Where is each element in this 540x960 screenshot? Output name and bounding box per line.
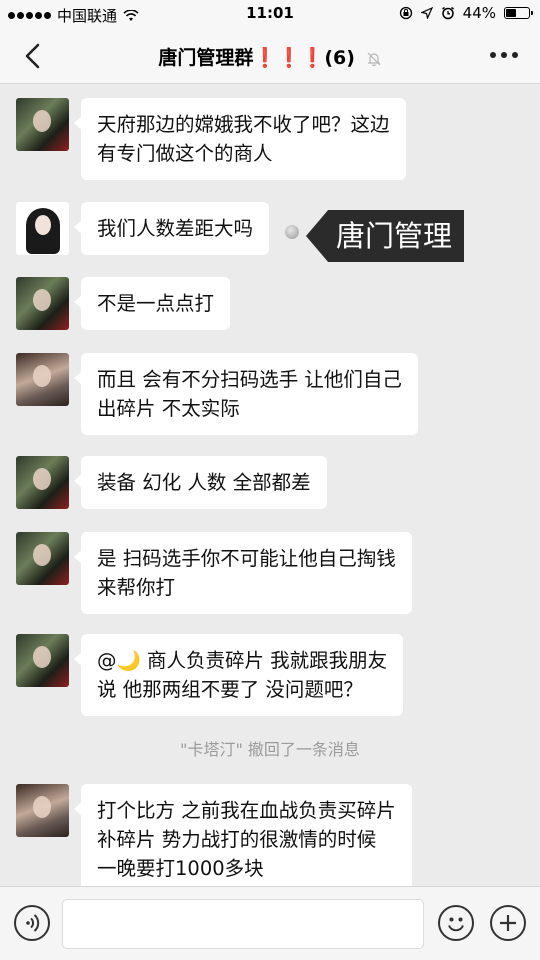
more-button[interactable] — [490, 52, 518, 58]
emoji-button[interactable] — [438, 905, 474, 941]
message-row: 是 扫码选手你不可能让他自己掏钱 来帮你打 — [16, 532, 412, 614]
avatar[interactable] — [16, 456, 69, 509]
avatar[interactable] — [16, 634, 69, 687]
message-row: 我们人数差距大吗 — [16, 202, 270, 255]
message-bubble[interactable]: 不是一点点打 — [73, 277, 231, 330]
chat-header: 唐门管理群❗️❗️❗️(6) — [0, 28, 540, 84]
message-input[interactable] — [62, 899, 424, 949]
chat-title-wrap: 唐门管理群❗️❗️❗️(6) — [0, 43, 540, 70]
avatar[interactable] — [16, 353, 69, 406]
plus-icon — [500, 915, 516, 931]
floating-name-label[interactable]: 唐门管理 — [306, 210, 465, 262]
voice-button[interactable] — [14, 905, 50, 941]
message-bubble[interactable]: 打个比方 之前我在血战负责买碎片 补碎片 势力战打的很激情的时候 一晚要打100… — [74, 784, 412, 886]
status-bar: 中国联通 11:01 44% — [0, 0, 540, 28]
message-bubble[interactable]: 而且 会有不分扫码选手 让他们自己 出碎片 不太实际 — [74, 353, 418, 435]
avatar[interactable] — [16, 784, 69, 837]
emoji-icon — [448, 917, 464, 932]
location-icon — [420, 7, 433, 19]
avatar[interactable] — [16, 277, 69, 330]
alarm-icon — [441, 6, 454, 20]
avatar[interactable] — [16, 202, 69, 255]
recall-notice: "卡塔汀" 撤回了一条消息 — [180, 740, 360, 759]
message-bubble[interactable]: 是 扫码选手你不可能让他自己掏钱 来帮你打 — [74, 532, 412, 614]
message-row: 不是一点点打 — [16, 277, 231, 330]
message-row: 装备 幻化 人数 全部都差 — [16, 456, 327, 509]
message-bubble[interactable]: 我们人数差距大吗 — [73, 202, 270, 255]
chat-title: 唐门管理群❗️❗️❗️(6) — [158, 47, 355, 69]
status-right: 44% — [399, 4, 533, 22]
message-row: 天府那边的嫦娥我不收了吧？这边 有专门做这个的商人 — [16, 98, 406, 180]
avatar[interactable] — [16, 98, 69, 151]
message-row: 而且 会有不分扫码选手 让他们自己 出碎片 不太实际 — [16, 353, 418, 435]
message-bubble[interactable]: 天府那边的嫦娥我不收了吧？这边 有专门做这个的商人 — [74, 98, 406, 180]
bell-muted-icon — [367, 52, 381, 66]
lock-rotation-icon — [399, 6, 412, 20]
more-dots-icon — [490, 52, 496, 58]
input-bar — [0, 886, 540, 960]
message-bubble[interactable]: 装备 幻化 人数 全部都差 — [74, 456, 327, 509]
message-row: @🌙 商人负责碎片 我就跟我朋友 说 他那两组不要了 没问题吧？ — [16, 634, 404, 716]
voice-icon — [26, 914, 40, 932]
message-row: 打个比方 之前我在血战负责买碎片 补碎片 势力战打的很激情的时候 一晚要打100… — [16, 784, 412, 886]
plus-button[interactable] — [490, 905, 526, 941]
floating-dot-icon[interactable] — [285, 225, 299, 239]
battery-fill — [506, 9, 516, 17]
message-bubble[interactable]: @🌙 商人负责碎片 我就跟我朋友 说 他那两组不要了 没问题吧？ — [73, 634, 404, 716]
message-list[interactable]: 天府那边的嫦娥我不收了吧？这边 有专门做这个的商人 我们人数差距大吗 唐门管理 … — [0, 84, 540, 886]
avatar[interactable] — [16, 532, 69, 585]
battery-percent: 44% — [462, 4, 496, 22]
battery-icon — [504, 7, 533, 19]
